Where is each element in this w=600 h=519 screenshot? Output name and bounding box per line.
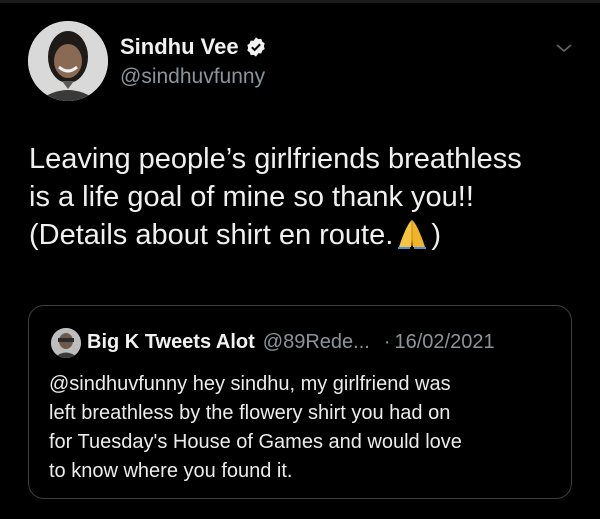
avatar[interactable] [28,21,108,101]
quoted-tweet-header: Big K Tweets Alot @89Rede... · 16/02/202… [87,331,495,354]
tweet-text-line: is a life goal of mine so thank you!! [29,181,474,213]
separator-dot: · [383,331,391,353]
tweet-text-line: (Details about shirt en route. ) [29,216,584,254]
quoted-avatar-portrait [51,328,81,358]
tweet-text: Leaving people’s girlfriends breathless … [29,140,584,254]
quoted-text-line: @sindhuvfunny hey sindhu, my girlfriend … [49,373,451,395]
author-handle[interactable]: @sindhuvfunny [120,65,265,89]
quoted-text-line: to know where you found it. [49,460,293,482]
folded-hands-emoji-icon [398,220,427,249]
chevron-down-icon[interactable] [552,36,576,60]
tweet-text-segment: (Details about shirt en route. [29,219,394,251]
quoted-author-avatar[interactable] [51,328,81,358]
author-display-name[interactable]: Sindhu Vee [120,34,267,60]
quoted-text-line: left breathless by the flowery shirt you… [49,402,451,424]
tweet: Sindhu Vee @sindhuvfunny Leaving people’… [0,0,600,519]
quoted-tweet-text: @sindhuvfunny hey sindhu, my girlfriend … [49,370,559,486]
quoted-tweet-card[interactable]: Big K Tweets Alot @89Rede... · 16/02/202… [28,305,572,499]
quoted-tweet-date[interactable]: 16/02/2021 [395,331,495,354]
quoted-text-line: for Tuesday's House of Games and would l… [49,431,462,453]
author-name-text: Sindhu Vee [120,34,239,59]
quoted-author-handle[interactable]: @89Rede... [263,331,370,354]
quoted-author-name[interactable]: Big K Tweets Alot [87,331,255,354]
tweet-text-line: Leaving people’s girlfriends breathless [29,143,522,175]
avatar-portrait [28,21,108,101]
verified-badge-icon [246,37,265,57]
divider [0,0,600,3]
tweet-text-segment: ) [431,219,441,251]
